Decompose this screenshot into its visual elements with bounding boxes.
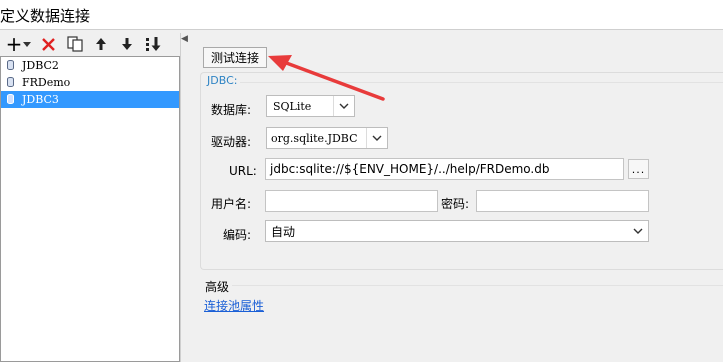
database-icon	[7, 77, 14, 87]
driver-value: org.sqlite.JDBC	[271, 131, 358, 145]
list-item[interactable]: FRDemo	[1, 74, 179, 91]
jdbc-group-label: JDBC:	[205, 74, 240, 87]
browse-button[interactable]: ...	[628, 159, 649, 179]
url-label: URL:	[229, 164, 257, 178]
driver-label: 驱动器:	[211, 135, 252, 149]
move-up-icon[interactable]	[91, 34, 111, 54]
connection-name: JDBC3	[22, 93, 59, 106]
driver-select[interactable]: org.sqlite.JDBC	[266, 127, 388, 149]
connection-list: JDBC2 FRDemo JDBC3	[0, 56, 180, 362]
title-bar: 定义数据连接	[0, 0, 723, 30]
database-label: 数据库:	[211, 103, 252, 117]
connection-name: JDBC2	[22, 59, 59, 72]
password-label: 密码:	[441, 197, 470, 211]
connection-toolbar: +	[0, 32, 182, 56]
password-field[interactable]	[476, 190, 649, 212]
database-value: SQLite	[273, 99, 312, 113]
dropdown-arrow-icon[interactable]	[21, 34, 33, 54]
advanced-section-label: 高级	[205, 280, 230, 294]
username-field[interactable]	[265, 190, 438, 212]
advanced-divider	[232, 285, 723, 286]
username-label: 用户名:	[211, 197, 252, 211]
database-icon	[7, 60, 14, 70]
group-divider	[240, 82, 723, 83]
test-connection-label: 测试连接	[210, 51, 259, 65]
database-select[interactable]: SQLite	[266, 95, 355, 117]
delete-icon[interactable]	[38, 34, 58, 54]
encoding-label: 编码:	[223, 228, 252, 242]
collapse-arrow-icon: ◀	[181, 34, 188, 44]
move-down-icon[interactable]	[117, 34, 137, 54]
collapse-panel-handle[interactable]: ◀	[180, 33, 189, 362]
connection-name: FRDemo	[22, 76, 71, 89]
database-icon	[7, 94, 14, 104]
copy-icon[interactable]	[65, 34, 85, 54]
test-connection-button[interactable]: 测试连接	[203, 47, 267, 68]
list-item-selected[interactable]: JDBC3	[1, 91, 179, 108]
add-label: +	[5, 32, 23, 56]
connection-pool-link[interactable]: 连接池属性	[204, 297, 264, 314]
window-title: 定义数据连接	[0, 7, 91, 25]
browse-label: ...	[631, 162, 646, 176]
chevron-down-icon[interactable]	[366, 128, 387, 148]
list-item[interactable]: JDBC2	[1, 57, 179, 74]
encoding-value: 自动	[271, 224, 296, 239]
sort-icon[interactable]	[143, 34, 163, 54]
url-field[interactable]: jdbc:sqlite://${ENV_HOME}/../help/FRDemo…	[265, 158, 624, 180]
chevron-down-icon[interactable]	[333, 96, 354, 116]
encoding-select[interactable]: 自动	[265, 220, 649, 242]
chevron-down-icon[interactable]	[628, 221, 648, 241]
url-value: jdbc:sqlite://${ENV_HOME}/../help/FRDemo…	[270, 162, 550, 176]
